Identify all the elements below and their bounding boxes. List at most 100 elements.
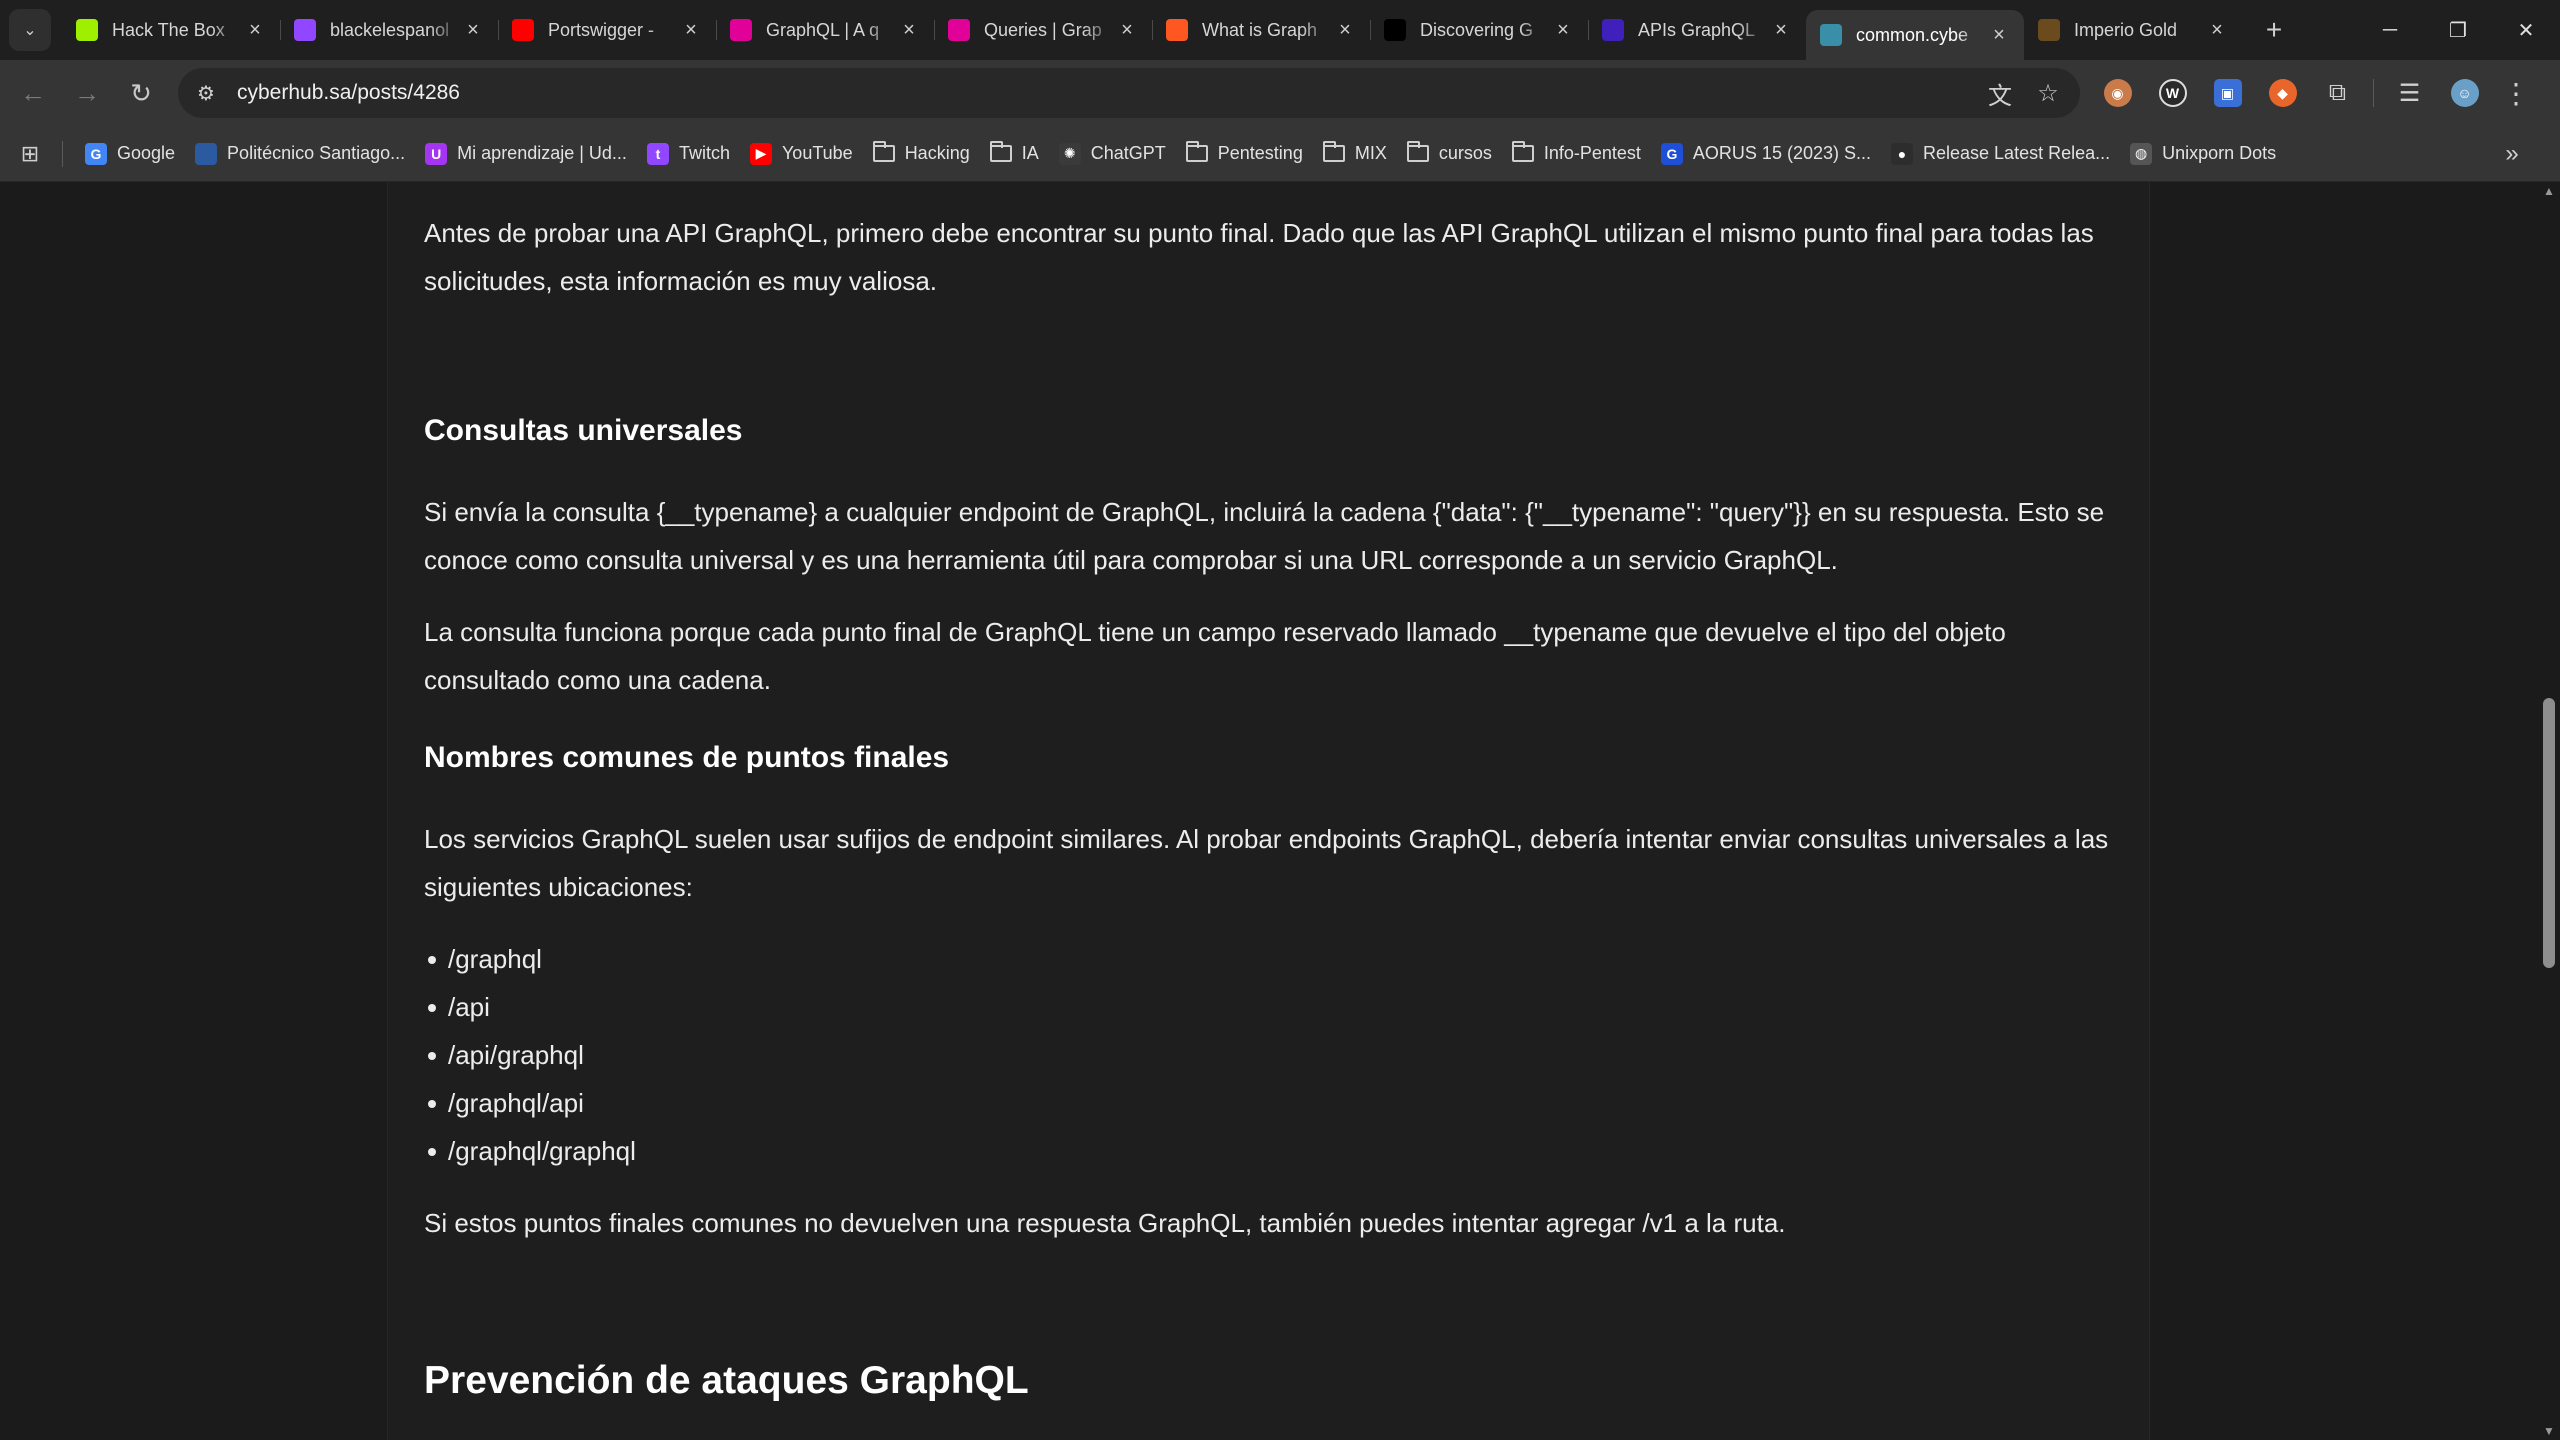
graphql-icon — [730, 19, 752, 41]
bookmark-3[interactable]: t Twitch — [637, 134, 740, 174]
tab-7[interactable]: Discovering G × — [1370, 0, 1588, 60]
scroll-down-arrow[interactable]: ▼ — [2538, 1422, 2560, 1440]
folder-icon — [1185, 141, 1208, 162]
bookmark-folder-9[interactable]: MIX — [1313, 134, 1397, 174]
folder-icon — [1511, 141, 1534, 162]
close-icon[interactable]: × — [1552, 19, 1574, 41]
bookmark-label: YouTube — [781, 143, 853, 163]
bookmark-1[interactable]: Politécnico Santiago... — [185, 134, 415, 174]
extension-foxyproxy[interactable]: ◆ — [2255, 69, 2310, 117]
tab-title: APIs GraphQL — [1638, 19, 1756, 40]
bookmark-12[interactable]: G AORUS 15 (2023) S... — [1651, 134, 1881, 174]
bookmark-7[interactable]: ✺ ChatGPT — [1049, 134, 1176, 174]
new-tab-button[interactable]: + — [2254, 10, 2294, 50]
restore-button[interactable]: ❐ — [2424, 0, 2492, 60]
bookmark-label: ChatGPT — [1090, 143, 1166, 163]
medium-icon — [1384, 19, 1406, 41]
minimize-button[interactable]: ─ — [2356, 0, 2424, 60]
close-icon[interactable]: × — [462, 19, 484, 41]
endpoint-list: /graphql/api/api/graphql/graphql/api/gra… — [388, 935, 1188, 1175]
tab-9[interactable]: common.cybe × — [1806, 10, 2024, 60]
gigabyte-icon: G — [1660, 142, 1683, 165]
bookmark-folder-6[interactable]: IA — [980, 134, 1049, 174]
bookmark-folder-8[interactable]: Pentesting — [1176, 134, 1313, 174]
tab-title: Portswigger - — [548, 19, 655, 40]
reload-button[interactable]: ↻ — [114, 66, 168, 120]
tab-4[interactable]: GraphQL | A q × — [716, 0, 934, 60]
bookmark-label: IA — [1021, 143, 1039, 163]
browser-menu-button[interactable]: ⋮ — [2492, 69, 2540, 117]
bookmark-folder-10[interactable]: cursos — [1397, 134, 1502, 174]
close-icon[interactable]: × — [2206, 19, 2228, 41]
tab-title: GraphQL | A q — [766, 19, 880, 40]
tab-6[interactable]: What is Graph × — [1152, 0, 1370, 60]
more-bookmarks-button[interactable]: » — [2492, 134, 2532, 174]
tab-search-button[interactable]: ⌄ — [9, 9, 51, 51]
site-info-button[interactable]: ⚙ — [183, 70, 229, 116]
bookmark-0[interactable]: G Google — [75, 134, 185, 174]
media-button[interactable]: ☰ — [2382, 69, 2437, 117]
bookmark-label: Politécnico Santiago... — [227, 143, 406, 163]
tab-2[interactable]: blackelespanol × — [280, 0, 498, 60]
bookmark-folder-5[interactable]: Hacking — [863, 134, 980, 174]
back-button[interactable]: ← — [6, 66, 60, 120]
bookmark-14[interactable]: ◍ Unixporn Dots — [2120, 134, 2286, 174]
bookmark-label: AORUS 15 (2023) S... — [1692, 143, 1871, 163]
star-icon: ☆ — [2037, 79, 2059, 107]
udemy-icon: U — [425, 142, 448, 165]
tab-strip: ⌄ Hack The Box × blackelespanol × Portswigge… — [0, 0, 2560, 60]
close-icon[interactable]: × — [898, 19, 920, 41]
common-endpoints-paragraph: Los servicios GraphQL suelen usar sufijo… — [424, 824, 2109, 902]
bookmarks-bar: ⊞ G Google Politécnico Santiago... U Mi apre… — [0, 126, 2560, 182]
extension-owl[interactable]: ◉ — [2090, 69, 2145, 117]
bookmark-2[interactable]: U Mi aprendizaje | Ud... — [415, 134, 637, 174]
bookmark-label: Twitch — [678, 143, 730, 163]
tune-icon: ⚙ — [197, 82, 215, 105]
forward-button[interactable]: → — [60, 66, 114, 120]
close-icon[interactable]: × — [1334, 19, 1356, 41]
extension-wappalyzer[interactable]: W — [2145, 69, 2200, 117]
foxyproxy-icon: ◆ — [2268, 79, 2297, 107]
extension-screen[interactable]: ▣ — [2200, 69, 2255, 117]
translate-icon: 文 — [1988, 82, 2012, 110]
bookmark-label: MIX — [1354, 143, 1387, 163]
page-scrollbar[interactable]: ▲ ▼ — [2538, 182, 2560, 1440]
extensions-button[interactable]: ⧉ — [2310, 69, 2365, 117]
close-icon[interactable]: × — [1988, 24, 2010, 46]
bookmark-folder-11[interactable]: Info-Pentest — [1502, 134, 1651, 174]
scroll-up-arrow[interactable]: ▲ — [2538, 182, 2560, 200]
close-window-button[interactable]: ✕ — [2492, 0, 2560, 60]
profile-button[interactable]: ☺ — [2437, 69, 2492, 117]
url-text[interactable]: cyberhub.sa/posts/4286 — [237, 81, 1976, 105]
scrollbar-thumb[interactable] — [2543, 698, 2555, 968]
close-icon[interactable]: × — [244, 19, 266, 41]
close-icon[interactable]: × — [1116, 19, 1138, 41]
github-icon: ● — [1891, 142, 1913, 165]
more-vert-icon: ⋮ — [2502, 77, 2530, 109]
folder-icon — [1322, 141, 1345, 162]
tab-5[interactable]: Queries | Grap × — [934, 0, 1152, 60]
close-icon[interactable]: × — [680, 19, 702, 41]
close-icon[interactable]: × — [1770, 19, 1792, 41]
restore-icon: ❐ — [2449, 19, 2467, 42]
bookmark-star-button[interactable]: ☆ — [2024, 69, 2072, 117]
tab-8[interactable]: APIs GraphQL × — [1588, 0, 1806, 60]
translate-button[interactable]: 文 — [1976, 69, 2024, 117]
bookmark-label: Hacking — [904, 143, 970, 163]
tab-3[interactable]: Portswigger - × — [498, 0, 716, 60]
tab-10[interactable]: Imperio Gold × — [2024, 0, 2242, 60]
tab-title: What is Graph — [1202, 19, 1318, 40]
folder-icon — [872, 141, 895, 162]
tab-title: common.cybe — [1856, 24, 1969, 45]
apps-button[interactable]: ⊞ — [10, 134, 50, 174]
screen-icon: ▣ — [2213, 79, 2242, 107]
address-bar[interactable]: ⚙ cyberhub.sa/posts/4286 文 ☆ — [178, 68, 2080, 118]
bookmark-4[interactable]: ▶ YouTube — [740, 134, 863, 174]
globe-icon: ◍ — [2130, 142, 2153, 165]
list-item: /graphql/api — [388, 1079, 1188, 1127]
heading-universal-queries: Consultas universales — [424, 414, 743, 447]
avatar: ☺ — [2450, 79, 2479, 107]
tab-title: Queries | Grap — [984, 19, 1102, 40]
tab-1[interactable]: Hack The Box × — [62, 0, 280, 60]
bookmark-13[interactable]: ● Release Latest Relea... — [1881, 134, 2120, 174]
